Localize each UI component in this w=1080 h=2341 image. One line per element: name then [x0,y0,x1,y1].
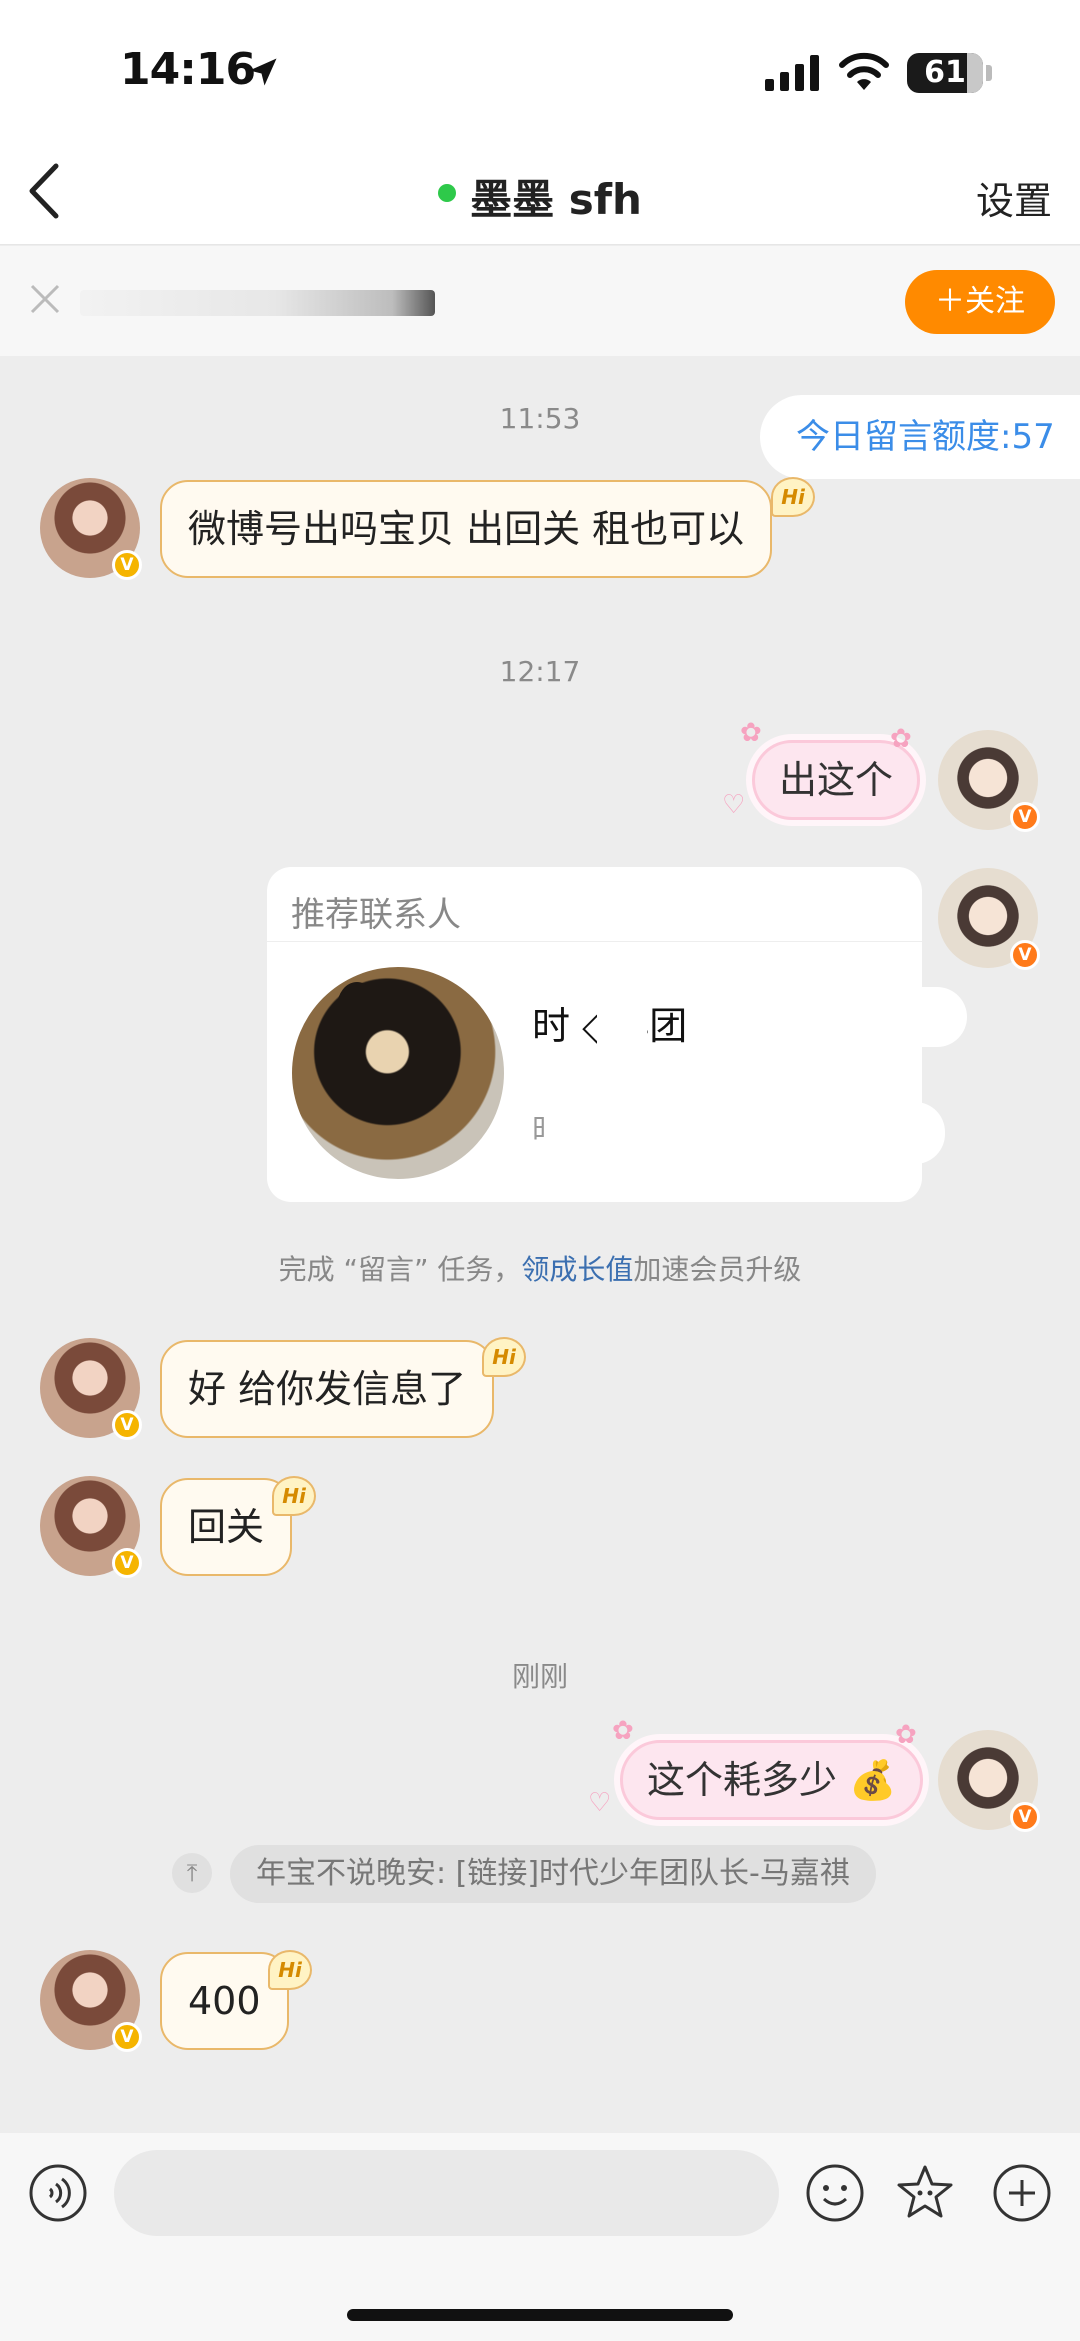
verified-badge: V [1010,802,1040,832]
status-time: 14:16 [120,44,256,95]
bunny-decoration-icon: ♡ [722,790,746,820]
chat-title[interactable]: 墨墨 sfh [470,175,642,224]
avatar[interactable]: V [938,868,1040,970]
verified-badge: V [112,1548,142,1578]
hi-badge: Hi [771,477,815,517]
hi-badge: Hi [272,1476,316,1516]
battery-empty-fill [967,53,983,93]
cellular-signal-icon [765,55,819,91]
battery-indicator: 61 [907,53,983,93]
contact-avatar-ear [337,982,377,1032]
task-hint-prefix: 完成 “留言” 任务， [278,1253,522,1286]
growth-value-link[interactable]: 领成长值 [521,1253,633,1286]
avatar[interactable]: V [40,1950,142,2052]
emoji-icon[interactable] [805,2163,865,2223]
settings-button[interactable]: 设置 [976,170,1052,225]
location-arrow-icon [249,58,277,86]
card-title: 推荐联系人 [291,895,461,935]
timestamp: 11:53 [499,402,581,435]
avatar[interactable]: V [40,478,142,580]
task-hint: 完成 “留言” 任务，领成长值加速会员升级 [0,1248,1080,1288]
verified-badge: V [112,550,142,580]
follow-button[interactable]: ＋关注 [905,270,1055,334]
redaction-mask [717,987,967,1047]
flower-decoration-icon: ✿ [890,724,912,754]
outgoing-message[interactable]: 这个耗多少 💰 [620,1740,924,1820]
contact-avatar-image [292,967,504,1179]
verified-badge: V [112,2022,142,2052]
wifi-icon [839,52,889,90]
bow-decoration-icon: ✿ [612,1716,634,1746]
battery-level: 61 [924,55,966,90]
timestamp: 12:17 [499,655,581,688]
flower-decoration-icon: ✿ [895,1720,917,1750]
task-hint-suffix: 加速会员升级 [633,1253,802,1286]
chat-title-wrap: 墨墨 sfh [0,166,1080,227]
avatar[interactable]: V [40,1338,142,1440]
bow-decoration-icon: ✿ [740,718,762,748]
quoted-message[interactable]: 年宝不说晚安: [链接]时代少年团队长-马嘉祺 [230,1845,876,1903]
redaction-mask [545,1102,945,1164]
close-icon[interactable] [28,282,62,316]
add-plus-icon[interactable] [992,2163,1052,2223]
status-bar: 14:16 61 [0,0,1080,140]
timestamp: 刚刚 [511,1660,568,1693]
chat-header: 墨墨 sfh 设置 [0,140,1080,245]
verified-badge: V [1010,940,1040,970]
card-divider [267,941,922,942]
recommended-contact-card[interactable]: 推荐联系人 时 ◇年团 时 [267,867,967,1202]
incoming-message[interactable]: 微博号出吗宝贝 出回关 租也可以 [160,480,773,578]
hi-badge: Hi [268,1950,312,1990]
bunny-decoration-icon: ♡ [588,1788,612,1818]
blurred-banner-text [80,290,435,316]
avatar[interactable]: V [938,730,1040,832]
incoming-message[interactable]: 好 给你发信息了 [160,1340,495,1438]
sticker-star-icon[interactable] [895,2163,955,2223]
hi-badge: Hi [482,1337,526,1377]
message-input[interactable] [114,2150,779,2236]
voice-input-icon[interactable] [28,2163,88,2223]
quote-pin-icon: ⤒ [172,1853,212,1893]
home-indicator [347,2309,733,2321]
avatar[interactable]: V [40,1476,142,1578]
battery-cap [986,65,992,81]
online-status-dot [438,183,457,202]
avatar[interactable]: V [938,1730,1040,1832]
redaction-mask [597,987,647,1047]
verified-badge: V [1010,1802,1040,1832]
verified-badge: V [112,1410,142,1440]
